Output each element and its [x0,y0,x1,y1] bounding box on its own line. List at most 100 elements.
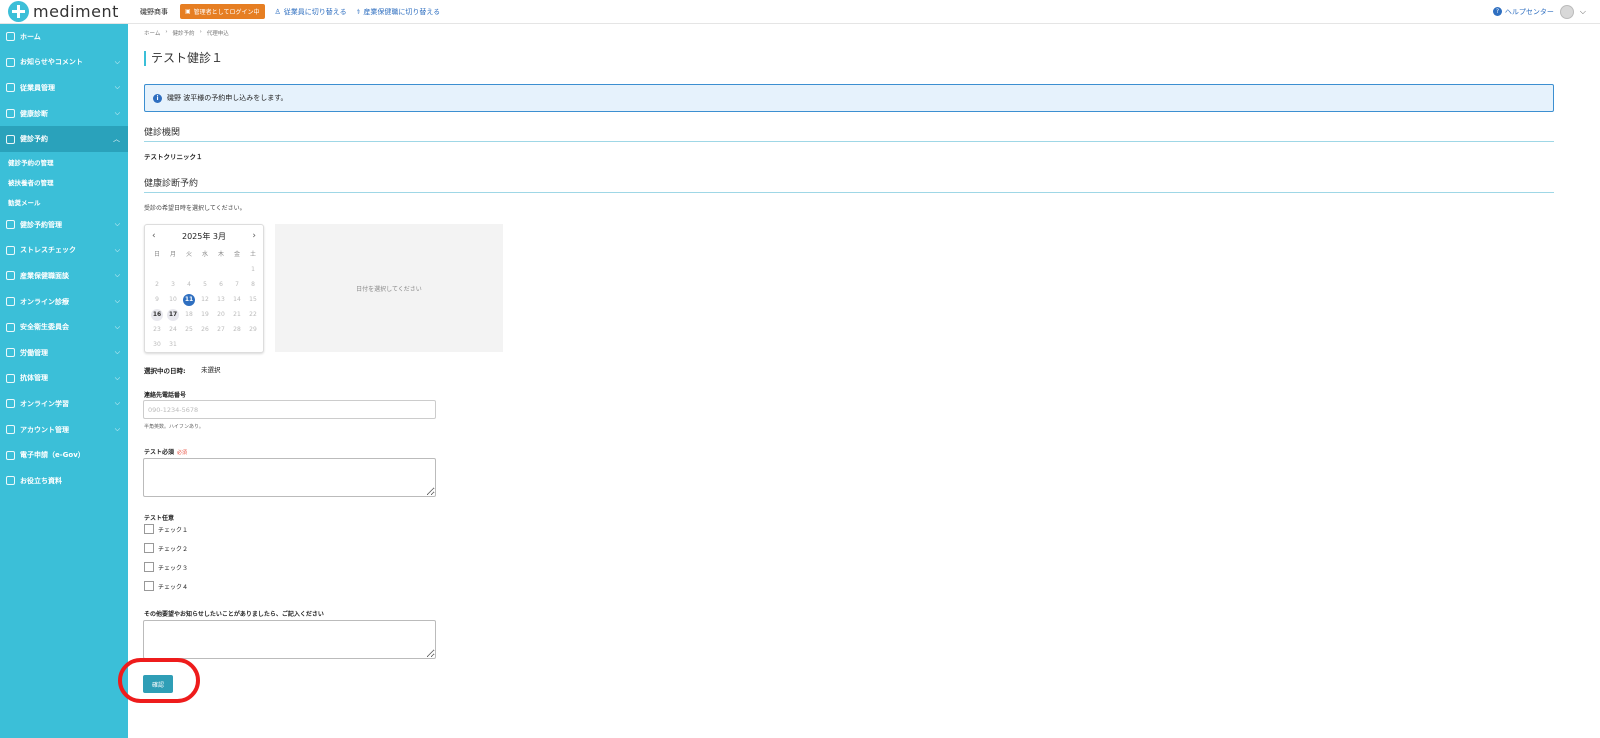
breadcrumb-home[interactable]: ホーム [144,29,160,37]
admin-login-badge[interactable]: ▣ 管理者としてログイン中 [180,4,265,19]
chevron-up-icon: ︿ [113,135,120,144]
help-center-label: ヘルプセンター [1504,7,1554,16]
sidebar-subitem-reservation-management[interactable]: 健診予約の管理 [0,152,128,172]
calendar-blank [149,262,165,277]
calendar-day-available[interactable]: 16 [151,308,163,321]
main-content: ホーム › 健診予約 › 代理申込 テスト健診１ i 磯野 波平様の予約申し込み… [128,24,1600,738]
sidebar-subitem-dependents[interactable]: 被扶養者の管理 [0,172,128,192]
checkbox-2[interactable]: チェック２ [144,543,188,553]
test-required-textarea[interactable] [143,458,436,497]
calendar-day: 27 [217,326,225,333]
calendar-day: 8 [251,281,255,288]
sidebar-item-e-gov[interactable]: 電子申請（e-Gov） [0,442,128,468]
chevron-down-icon: ⌵ [114,109,120,118]
chevron-right-icon[interactable]: › [252,231,256,241]
building-icon [6,271,15,281]
date-calendar: ‹ 2025年 3月 › 日月火水木金土 1 2 3 4 5 6 7 8 9 10 11 12 13 14 1… [144,224,264,353]
syringe-icon [6,373,15,383]
stethoscope-icon: ⚕ [356,7,361,16]
phone-label: 連絡先電話番号 [144,392,187,399]
sidebar-item-reservation-admin[interactable]: 健診予約管理 ⌵ [0,212,128,238]
checkbox-box[interactable] [144,524,154,534]
bell-icon [6,57,15,67]
sidebar-item-labor-management[interactable]: 労働管理 ⌵ [0,340,128,366]
calendar-day: 23 [153,326,161,333]
sidebar-item-label: 健康診断 [20,109,48,118]
sidebar-item-resources[interactable]: お役立ち資料 [0,468,128,494]
checkbox-4[interactable]: チェック４ [144,581,188,591]
sidebar-item-notices[interactable]: お知らせやコメント ⌵ [0,50,128,76]
book-icon [6,476,15,486]
chevron-down-icon: ⌵ [114,399,120,408]
sidebar-item-label: 抗体管理 [20,374,48,383]
sidebar-item-health-checkup[interactable]: 健康診断 ⌵ [0,101,128,127]
calendar-day: 14 [233,296,241,303]
section-clinic-title: 健診機関 [144,125,1554,142]
sidebar-item-label: 労働管理 [20,348,48,357]
weekday-header: 月 [169,251,176,258]
sidebar-item-label: 安全衛生委員会 [20,323,69,332]
required-tag: 必須 [177,450,188,456]
switch-employee-label: 従業員に切り替える [283,7,347,16]
chevron-down-icon[interactable]: ⌵ [1580,7,1586,17]
checkbox-box[interactable] [144,562,154,572]
checkbox-label: チェック３ [158,564,189,572]
switch-employee-link[interactable]: ♙ 従業員に切り替える [275,7,347,17]
phone-note: 半角英数。ハイフンあり。 [144,424,204,430]
calendar-blank [197,262,213,277]
chevron-down-icon: ⌵ [114,297,120,306]
logo-text: mediment [33,2,119,21]
weekday-header: 木 [217,251,224,258]
sidebar-item-home[interactable]: ホーム [0,24,128,50]
switch-occupational-link[interactable]: ⚕ 産業保健職に切り替える [357,7,441,17]
sidebar-item-online-learning[interactable]: オンライン学習 ⌵ [0,391,128,417]
logo[interactable]: mediment [8,1,128,22]
other-textarea[interactable] [143,620,436,659]
calendar-icon [6,134,15,144]
sidebar-item-safety-committee[interactable]: 安全衛生委員会 ⌵ [0,314,128,340]
info-icon: i [153,93,162,103]
sidebar-item-label: アカウント管理 [20,425,69,434]
sidebar-item-occupational-interview[interactable]: 産業保健職面談 ⌵ [0,263,128,289]
login-badge-label: 管理者としてログイン中 [193,9,260,16]
sidebar-item-account[interactable]: アカウント管理 ⌵ [0,417,128,443]
breadcrumb: ホーム › 健診予約 › 代理申込 [144,29,229,37]
chevron-down-icon: ⌵ [114,220,120,229]
chevron-down-icon: ⌵ [114,271,120,280]
calendar-day-available[interactable]: 17 [167,308,179,321]
switch-occupational-label: 産業保健職に切り替える [363,7,441,16]
chevron-down-icon: ⌵ [114,373,120,382]
sidebar-subitem-reminder-mail[interactable]: 勧奨メール [0,192,128,212]
help-center-link[interactable]: ? ヘルプセンター [1492,7,1554,17]
breadcrumb-reservation[interactable]: 健診予約 [173,29,195,37]
calendar-day: 31 [169,341,177,348]
calendar-month-label: 2025年 3月 [182,231,226,241]
sidebar-item-checkup-reservation[interactable]: 健診予約 ︿ [0,126,128,152]
chevron-down-icon: ⌵ [114,348,120,357]
checkbox-1[interactable]: チェック１ [144,524,188,534]
graduation-cap-icon [6,399,15,409]
chevron-left-icon[interactable]: ‹ [152,231,156,241]
person-icon: ♙ [274,7,281,16]
calendar-day-today: 11 [183,293,195,306]
sidebar-item-employees[interactable]: 従業員管理 ⌵ [0,75,128,101]
chat-icon [6,450,15,460]
checkbox-3[interactable]: チェック３ [144,562,188,572]
checkbox-label: チェック１ [158,526,189,534]
calendar-day: 5 [203,281,207,288]
calendar-day: 20 [217,311,225,318]
checkbox-box[interactable] [144,581,154,591]
phone-input[interactable] [143,400,436,419]
highlight-annotation [118,658,200,703]
sidebar-item-stress-check[interactable]: ストレスチェック ⌵ [0,238,128,264]
avatar[interactable] [1559,4,1574,19]
home-icon [6,32,15,42]
sidebar-item-label: 電子申請（e-Gov） [20,451,85,460]
stethoscope-icon [6,220,15,230]
sidebar-item-online-medical[interactable]: オンライン診療 ⌵ [0,289,128,315]
sidebar-item-label: お知らせやコメント [20,58,83,67]
sidebar-item-antibody[interactable]: 抗体管理 ⌵ [0,366,128,392]
chevron-down-icon: ⌵ [114,322,120,331]
calendar-day: 1 [251,266,255,273]
checkbox-box[interactable] [144,543,154,553]
